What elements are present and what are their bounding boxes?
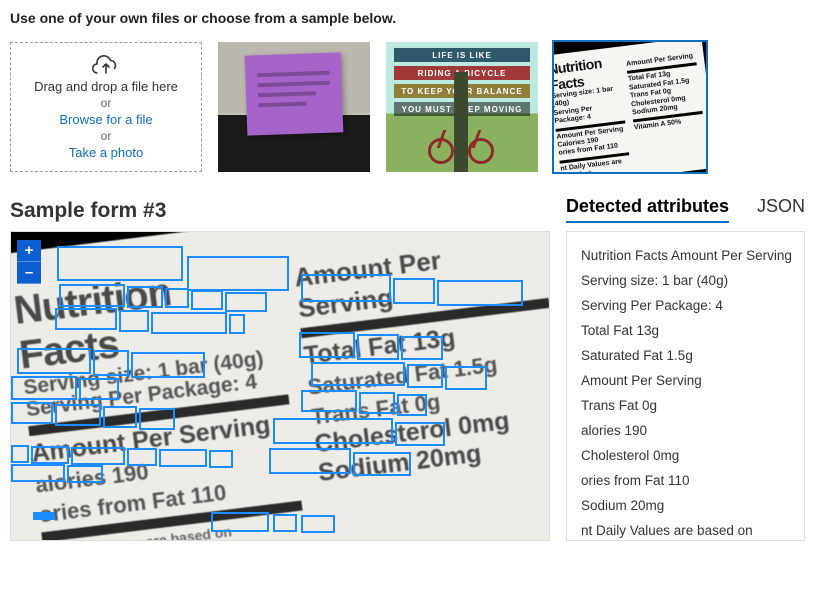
instruction-text: Use one of your own files or choose from… — [10, 10, 805, 26]
tab-detected-attributes[interactable]: Detected attributes — [566, 196, 729, 223]
zoom-controls: + – — [17, 240, 41, 284]
sample-heading: Sample form #3 — [10, 199, 166, 223]
tab-json[interactable]: JSON — [757, 196, 805, 223]
sample-thumb-2[interactable]: LIFE IS LIKE RIDING A BICYCLE TO KEEP YO… — [386, 42, 538, 172]
sample-gallery: Drag and drop a file here or Browse for … — [10, 42, 805, 172]
detected-item: Sodium 20mg — [581, 494, 790, 519]
zoom-in-button[interactable]: + — [17, 240, 41, 262]
result-tabs: Detected attributes JSON — [566, 196, 805, 223]
or-label-1: or — [101, 96, 112, 110]
detected-item: Cholesterol 0mg — [581, 444, 790, 469]
image-preview[interactable]: + – Nutrition Facts Serving size: 1 bar … — [10, 231, 550, 541]
cloud-upload-icon — [92, 55, 120, 77]
or-label-2: or — [101, 129, 112, 143]
detected-item: Serving size: 1 bar (40g) — [581, 269, 790, 294]
browse-file-link[interactable]: Browse for a file — [59, 112, 152, 127]
detected-item: alories 190 — [581, 419, 790, 444]
detected-item: Saturated Fat 1.5g — [581, 344, 790, 369]
drag-handle-icon[interactable] — [33, 512, 55, 520]
sample-thumb-3[interactable]: Nutrition Facts Serving size: 1 bar (40g… — [554, 42, 706, 172]
drag-drop-label: Drag and drop a file here — [34, 79, 178, 94]
quote-line-1: LIFE IS LIKE — [394, 48, 530, 62]
detected-item: Serving Per Package: 4 — [581, 294, 790, 319]
file-dropzone[interactable]: Drag and drop a file here or Browse for … — [10, 42, 202, 172]
detected-item: Nutrition Facts Amount Per Serving — [581, 244, 790, 269]
detected-attributes-panel: Nutrition Facts Amount Per Serving Servi… — [566, 231, 805, 541]
zoom-out-button[interactable]: – — [17, 262, 41, 284]
sample-thumb-1[interactable] — [218, 42, 370, 172]
detected-item: Amount Per Serving — [581, 369, 790, 394]
detected-item: Trans Fat 0g — [581, 394, 790, 419]
detected-item: Total Fat 13g — [581, 319, 790, 344]
take-photo-link[interactable]: Take a photo — [69, 145, 143, 160]
detected-item: ories from Fat 110 — [581, 469, 790, 494]
detected-item: nt Daily Values are based on — [581, 519, 790, 541]
